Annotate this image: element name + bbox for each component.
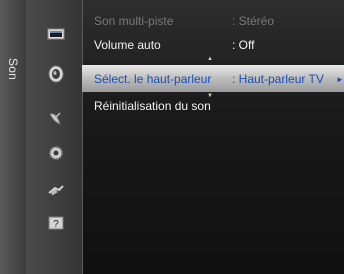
sound-menu: Son multi-piste : Stéréo Volume auto : O… [82, 0, 344, 274]
menu-item-multitrack-sound: Son multi-piste : Stéréo [82, 10, 344, 32]
menu-item-value: : Stéréo [232, 14, 275, 28]
menu-category-strip: Son [0, 0, 26, 274]
menu-item-value: : Off [232, 38, 255, 52]
menu-item-value: : Haut-parleur TV [232, 72, 324, 86]
menu-item-label: Réinitialisation du son [94, 99, 211, 113]
help-icon-glyph: ? [53, 219, 59, 230]
scroll-up-icon[interactable]: ▲ [207, 56, 213, 62]
menu-item-sound-reset[interactable]: Réinitialisation du son [82, 95, 344, 117]
menu-item-auto-volume[interactable]: Volume auto : Off [82, 34, 344, 56]
help-icon[interactable]: ? [46, 213, 66, 233]
menu-item-label: Sélect. le haut-parleur [94, 72, 212, 86]
speaker-icon[interactable] [46, 64, 66, 84]
category-icon-column: ? [26, 0, 107, 274]
menu-item-label: Son multi-piste [94, 14, 174, 28]
menu-item-speaker-select[interactable]: Sélect. le haut-parleur : Haut-parleur T… [82, 65, 344, 92]
menu-item-label: Volume auto [94, 38, 161, 52]
picture-icon[interactable] [46, 24, 66, 44]
tv-menu-screen: Son ? Son multi-piste: Stéréo Volume au… [0, 0, 344, 274]
chevron-right-icon[interactable]: ► [336, 75, 344, 84]
input-plug-icon[interactable] [46, 180, 66, 200]
gear-icon[interactable] [46, 143, 66, 163]
menu-category-title: Son [6, 58, 20, 80]
satellite-dish-icon[interactable] [46, 108, 66, 128]
